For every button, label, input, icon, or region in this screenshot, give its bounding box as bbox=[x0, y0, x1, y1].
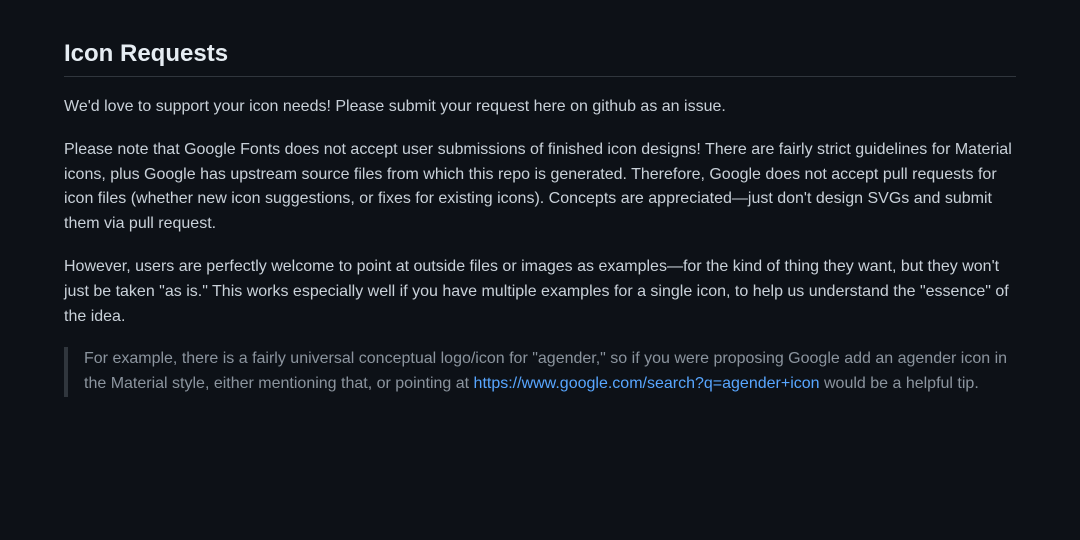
section-heading: Icon Requests bbox=[64, 40, 1016, 77]
document-container: Icon Requests We'd love to support your … bbox=[0, 0, 1080, 455]
submission-policy-paragraph: Please note that Google Fonts does not a… bbox=[64, 138, 1016, 237]
blockquote-text: For example, there is a fairly universal… bbox=[84, 347, 1016, 397]
blockquote-text-after: would be a helpful tip. bbox=[820, 375, 979, 392]
examples-paragraph: However, users are perfectly welcome to … bbox=[64, 255, 1016, 329]
example-search-link[interactable]: https://www.google.com/search?q=agender+… bbox=[474, 375, 820, 392]
example-blockquote: For example, there is a fairly universal… bbox=[64, 347, 1016, 397]
intro-paragraph: We'd love to support your icon needs! Pl… bbox=[64, 95, 1016, 120]
